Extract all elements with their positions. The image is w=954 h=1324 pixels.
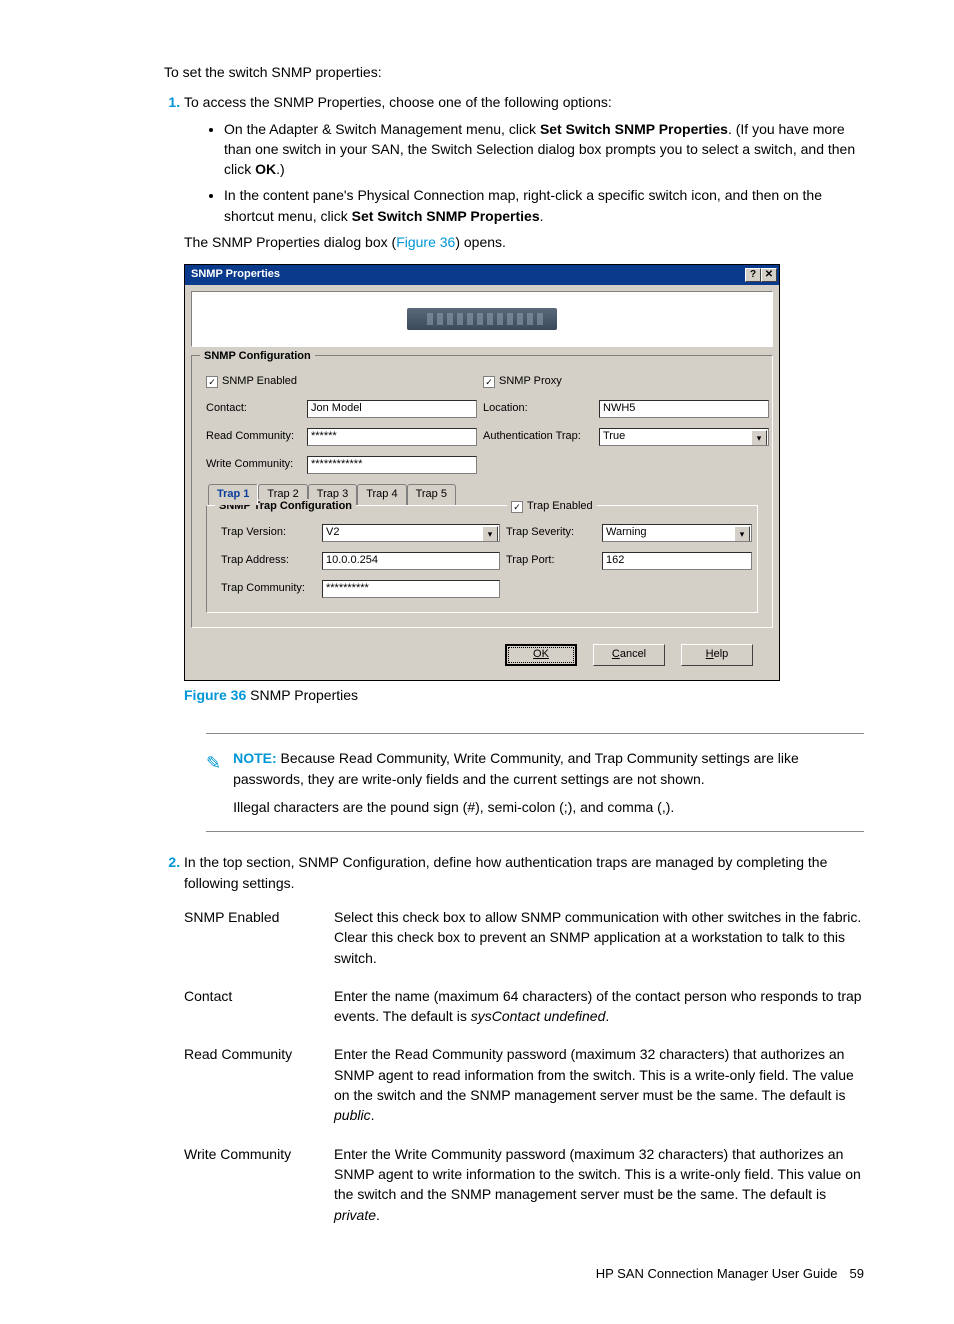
def-desc-read-community: Enter the Read Community password (maxim… xyxy=(334,1044,864,1125)
snmp-proxy-checkbox[interactable]: ✓ xyxy=(483,376,495,388)
help-button[interactable]: Help xyxy=(681,644,753,666)
step1-bullet-2: In the content pane's Physical Connectio… xyxy=(224,185,864,226)
read-community-label: Read Community: xyxy=(206,429,301,445)
def-term-write-community: Write Community xyxy=(184,1144,334,1225)
trap-severity-select[interactable]: Warning xyxy=(602,524,752,542)
snmp-proxy-label: SNMP Proxy xyxy=(499,374,562,390)
note-line1: Because Read Community, Write Community,… xyxy=(233,750,799,786)
location-input[interactable]: NWH5 xyxy=(599,400,769,418)
note-line2: Illegal characters are the pound sign (#… xyxy=(233,799,674,815)
tab-trap-1[interactable]: Trap 1 xyxy=(208,484,258,505)
footer-doc-title: HP SAN Connection Manager User Guide xyxy=(596,1265,838,1284)
def-term-contact: Contact xyxy=(184,986,334,1027)
help-icon[interactable]: ? xyxy=(745,268,761,282)
close-icon[interactable]: ✕ xyxy=(761,268,777,282)
contact-label: Contact: xyxy=(206,401,301,417)
snmp-enabled-checkbox[interactable]: ✓ xyxy=(206,376,218,388)
def-desc-write-community: Enter the Write Community password (maxi… xyxy=(334,1144,864,1225)
trap-enabled-checkbox[interactable]: ✓ xyxy=(511,501,523,513)
figure-caption: Figure 36 SNMP Properties xyxy=(184,685,864,705)
write-community-label: Write Community: xyxy=(206,457,301,473)
trap-version-label: Trap Version: xyxy=(221,525,316,541)
device-image-panel xyxy=(191,291,773,347)
snmp-properties-dialog: SNMP Properties ? ✕ SNMP Configuration xyxy=(184,264,780,681)
step1-bullet-1: On the Adapter & Switch Management menu,… xyxy=(224,119,864,180)
step-2: In the top section, SNMP Configuration, … xyxy=(184,852,864,1224)
snmp-configuration-group: SNMP Configuration ✓ SNMP Enabled ✓ SNMP… xyxy=(191,355,773,628)
tab-trap-5[interactable]: Trap 5 xyxy=(407,484,456,505)
figure-ref[interactable]: Figure 36 xyxy=(396,234,455,250)
trap-port-input[interactable]: 162 xyxy=(602,552,752,570)
auth-trap-label: Authentication Trap: xyxy=(483,429,593,445)
trap-severity-label: Trap Severity: xyxy=(506,525,596,541)
note-block: ✎ NOTE: Because Read Community, Write Co… xyxy=(206,733,864,832)
def-desc-contact: Enter the name (maximum 64 characters) o… xyxy=(334,986,864,1027)
note-label: NOTE: xyxy=(233,750,277,766)
page-footer: HP SAN Connection Manager User Guide 59 xyxy=(90,1265,864,1284)
read-community-input[interactable]: ****** xyxy=(307,428,477,446)
location-label: Location: xyxy=(483,401,593,417)
def-term-read-community: Read Community xyxy=(184,1044,334,1125)
cancel-button[interactable]: Cancel xyxy=(593,644,665,666)
trap-address-label: Trap Address: xyxy=(221,553,316,569)
write-community-input[interactable]: ************ xyxy=(307,456,477,474)
dialog-titlebar: SNMP Properties ? ✕ xyxy=(185,265,779,285)
def-term-snmp-enabled: SNMP Enabled xyxy=(184,907,334,968)
auth-trap-select[interactable]: True xyxy=(599,428,769,446)
def-desc-snmp-enabled: Select this check box to allow SNMP comm… xyxy=(334,907,864,968)
snmp-enabled-label: SNMP Enabled xyxy=(222,374,297,390)
trap-version-select[interactable]: V2 xyxy=(322,524,500,542)
intro-text: To set the switch SNMP properties: xyxy=(164,62,864,82)
trap-port-label: Trap Port: xyxy=(506,553,596,569)
snmp-trap-config-group: SNMP Trap Configuration ✓ Trap Enabled T… xyxy=(206,505,758,613)
footer-page-number: 59 xyxy=(850,1265,864,1284)
note-icon: ✎ xyxy=(206,750,221,817)
tab-trap-4[interactable]: Trap 4 xyxy=(357,484,406,505)
trap-community-label: Trap Community: xyxy=(221,581,316,597)
step-1: To access the SNMP Properties, choose on… xyxy=(184,92,864,832)
dialog-title: SNMP Properties xyxy=(191,267,280,283)
trap-community-input[interactable]: ********** xyxy=(322,580,500,598)
group1-title: SNMP Configuration xyxy=(200,349,315,365)
switch-device-icon xyxy=(407,308,557,330)
contact-input[interactable]: Jon Model xyxy=(307,400,477,418)
step1-lead: To access the SNMP Properties, choose on… xyxy=(184,94,612,110)
trap-address-input[interactable]: 10.0.0.254 xyxy=(322,552,500,570)
step2-lead: In the top section, SNMP Configuration, … xyxy=(184,854,827,890)
trap-enabled-label: Trap Enabled xyxy=(527,499,593,515)
ok-button[interactable]: OK xyxy=(505,644,577,666)
